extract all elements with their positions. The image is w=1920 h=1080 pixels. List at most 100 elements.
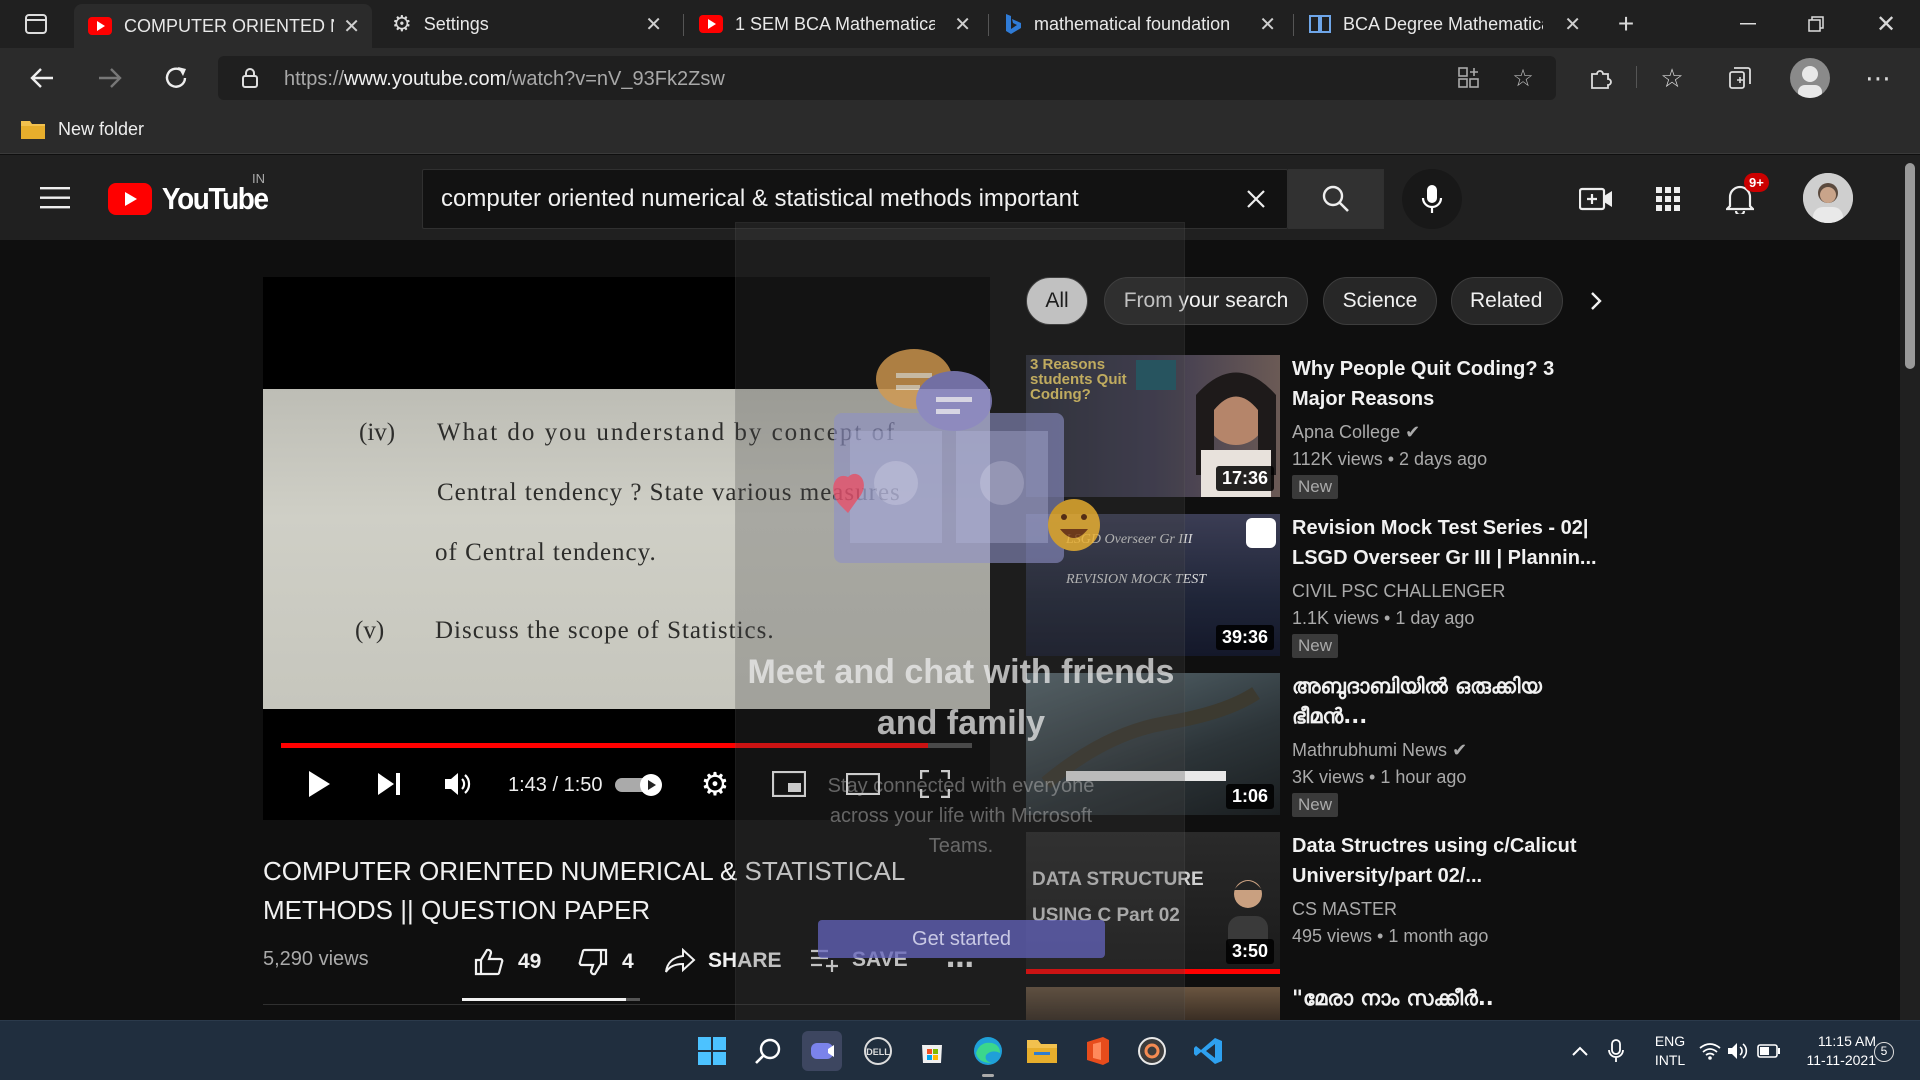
close-window-icon[interactable]: ✕ xyxy=(1868,8,1904,40)
forward-icon[interactable] xyxy=(90,60,130,96)
clear-search-icon[interactable] xyxy=(1241,184,1271,214)
tab-divider xyxy=(1293,14,1294,36)
collections-icon[interactable] xyxy=(1720,60,1760,96)
skip-next-icon xyxy=(378,773,400,795)
back-icon[interactable] xyxy=(22,60,62,96)
country-code: IN xyxy=(252,171,265,186)
suggestion-title[interactable]: Revision Mock Test Series - 02| LSGD Ove… xyxy=(1292,513,1602,573)
favorite-new-folder[interactable]: New folder xyxy=(20,118,144,140)
close-icon[interactable]: ✕ xyxy=(1259,12,1276,37)
wifi-icon[interactable] xyxy=(1698,1039,1722,1063)
microsoft-store-icon[interactable] xyxy=(912,1031,952,1071)
tab-bca-degree[interactable]: BCA Degree Mathematical ✕ xyxy=(1295,6,1593,42)
lock-icon[interactable] xyxy=(238,66,262,90)
extensions-icon[interactable] xyxy=(1580,60,1620,96)
microphone-icon xyxy=(1421,185,1443,213)
search-button[interactable] xyxy=(1288,169,1384,229)
autoplay-toggle[interactable] xyxy=(613,774,665,796)
chevron-right-icon[interactable] xyxy=(1576,281,1616,321)
add-favorite-icon[interactable]: ☆ xyxy=(1508,64,1538,92)
paper-line-number: (v) xyxy=(355,617,385,644)
tab-youtube-video[interactable]: COMPUTER ORIENTED NUMERICAL & STATISTICA… xyxy=(74,4,372,48)
get-started-button[interactable]: Get started xyxy=(818,920,1105,958)
voice-search-button[interactable] xyxy=(1402,169,1462,229)
chip-related[interactable]: Related xyxy=(1451,277,1563,325)
dell-icon[interactable]: DELL xyxy=(858,1031,898,1071)
microphone-icon[interactable] xyxy=(1604,1037,1628,1065)
tab-actions-icon[interactable] xyxy=(18,8,54,40)
language-text: ENG xyxy=(1654,1033,1686,1049)
search-input[interactable]: computer oriented numerical & statistica… xyxy=(422,169,1288,229)
like-button[interactable]: 49 xyxy=(474,948,541,976)
media-player-icon[interactable] xyxy=(1132,1031,1172,1071)
new-tab-button[interactable]: + xyxy=(1608,8,1644,40)
account-avatar[interactable] xyxy=(1803,173,1853,223)
youtube-icon xyxy=(88,17,112,35)
url-path: /watch?v=nV_93Fk2Zsw xyxy=(506,68,725,90)
channel-name[interactable]: Mathrubhumi News ✔ xyxy=(1292,737,1467,764)
channel-name[interactable]: CIVIL PSC CHALLENGER xyxy=(1292,578,1505,605)
tab-bing-search[interactable]: mathematical foundation - Bing ✕ xyxy=(990,6,1288,42)
next-button[interactable] xyxy=(369,764,409,804)
settings-button[interactable]: ⚙ xyxy=(695,764,735,804)
file-explorer-icon[interactable] xyxy=(1022,1031,1062,1071)
favorites-icon[interactable]: ☆ xyxy=(1652,60,1692,96)
chip-science[interactable]: Science xyxy=(1323,277,1437,325)
thumbnail-logo xyxy=(1246,518,1276,548)
create-video-icon[interactable] xyxy=(1576,179,1616,219)
minimize-icon[interactable] xyxy=(1730,8,1766,40)
notifications-bell-icon[interactable]: 9+ xyxy=(1720,173,1769,219)
profile-avatar[interactable] xyxy=(1790,58,1830,98)
svg-text:DELL: DELL xyxy=(866,1047,890,1057)
more-menu-icon[interactable]: ⋯ xyxy=(1858,60,1898,96)
office-icon[interactable] xyxy=(1078,1031,1118,1071)
page-scrollbar[interactable] xyxy=(1900,155,1920,1020)
address-bar-row: https://www.youtube.com/watch?v=nV_93Fk2… xyxy=(0,48,1920,108)
close-icon[interactable]: ✕ xyxy=(645,12,662,37)
gear-icon: ⚙ xyxy=(392,11,412,36)
youtube-logo[interactable]: YouTube IN xyxy=(108,171,274,217)
video-duration: 3:50 xyxy=(1225,939,1274,964)
suggestion-title[interactable]: Why People Quit Coding? 3 Major Reasons xyxy=(1292,354,1602,414)
suggestion-title[interactable]: "മേരാ നാം സക്കീർ.. xyxy=(1292,983,1602,1017)
tab-title: mathematical foundation - Bing xyxy=(1034,13,1234,34)
book-icon xyxy=(1309,15,1331,33)
apps-grid-icon[interactable] xyxy=(1648,179,1688,219)
speaker-icon[interactable] xyxy=(1726,1039,1750,1063)
language-indicator[interactable]: ENG INTL xyxy=(1648,1032,1692,1070)
close-icon[interactable]: ✕ xyxy=(954,12,971,37)
play-button[interactable] xyxy=(299,764,339,804)
video-duration: 1:06 xyxy=(1225,784,1274,809)
search-icon[interactable] xyxy=(748,1031,788,1071)
tab-bca-math[interactable]: 1 SEM BCA Mathematical Foundation ✕ xyxy=(685,6,983,42)
like-ratio-bar xyxy=(462,998,640,1001)
hamburger-menu-icon[interactable] xyxy=(36,180,74,216)
tab-settings[interactable]: ⚙ Settings ✕ xyxy=(378,6,674,42)
channel-name[interactable]: CS MASTER xyxy=(1292,896,1397,923)
suggestion-title[interactable]: അബുദാബിയിൽ ഒരുക്കിയ ഭീമൻ... xyxy=(1292,671,1602,731)
restore-icon[interactable] xyxy=(1798,8,1834,40)
close-icon[interactable]: ✕ xyxy=(343,14,360,39)
chevron-up-icon[interactable] xyxy=(1568,1039,1592,1063)
teams-chat-icon[interactable] xyxy=(802,1031,842,1071)
app-available-icon[interactable] xyxy=(1454,64,1484,92)
notification-center-badge[interactable]: 5 xyxy=(1874,1042,1894,1062)
url-field[interactable]: https://www.youtube.com/watch?v=nV_93Fk2… xyxy=(218,56,1556,100)
battery-icon[interactable] xyxy=(1756,1039,1782,1063)
volume-button[interactable] xyxy=(439,764,479,804)
edge-browser-icon[interactable] xyxy=(968,1031,1008,1077)
channel-name[interactable]: Apna College ✔ xyxy=(1292,419,1420,446)
tab-divider xyxy=(988,14,989,36)
vscode-icon[interactable] xyxy=(1188,1031,1228,1071)
verified-check-icon: ✔ xyxy=(1452,740,1468,760)
refresh-icon[interactable] xyxy=(156,60,196,96)
scrollbar-thumb[interactable] xyxy=(1905,163,1915,369)
close-icon[interactable]: ✕ xyxy=(1564,12,1581,37)
paper-line: of Central tendency. xyxy=(435,539,657,566)
start-windows-icon[interactable] xyxy=(692,1031,732,1071)
dislike-count: 4 xyxy=(622,950,634,973)
verified-check-icon: ✔ xyxy=(1405,422,1421,442)
suggestion-title[interactable]: Data Structres using c/Calicut Universit… xyxy=(1292,831,1602,891)
dislike-button[interactable]: 4 xyxy=(578,948,634,976)
clock[interactable]: 11:15 AM 11-11-2021 xyxy=(1796,1032,1876,1070)
